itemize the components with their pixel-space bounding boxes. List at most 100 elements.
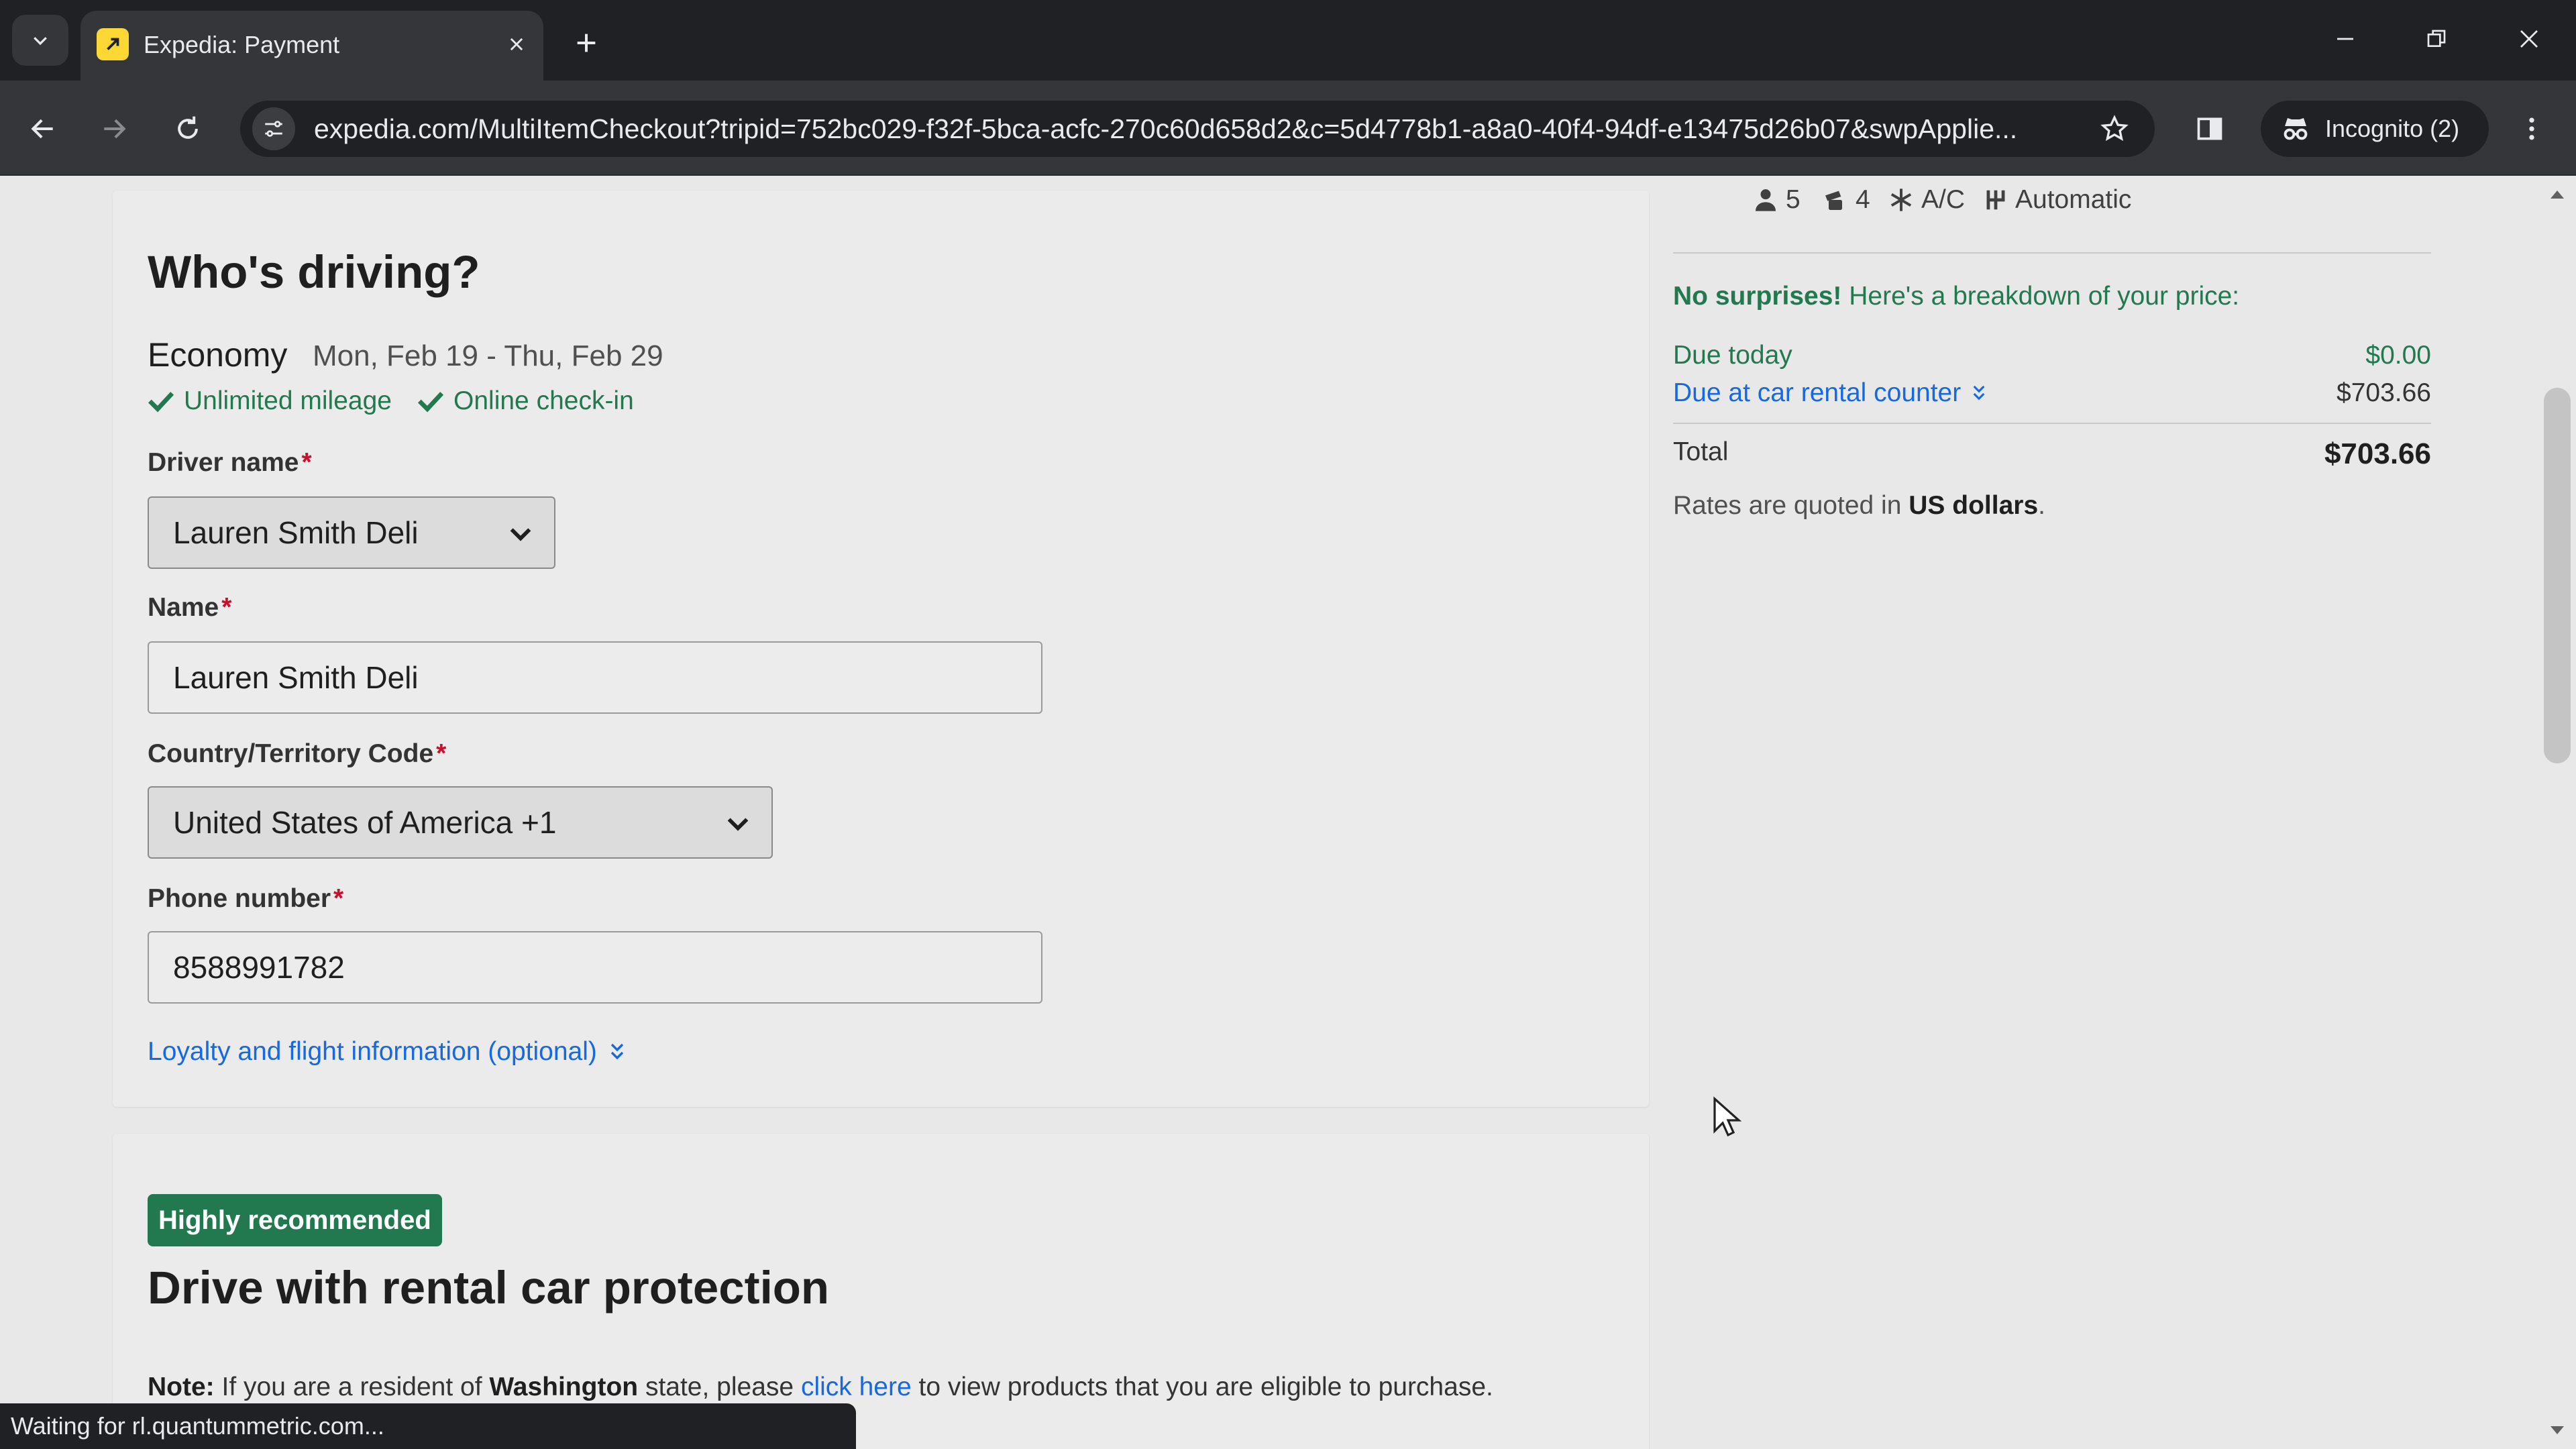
protection-card: Highly recommended Drive with rental car… <box>113 1134 1649 1449</box>
driver-details-card: Who's driving? Economy Mon, Feb 19 - Thu… <box>113 191 1649 1107</box>
no-surprises-text: Here's a breakdown of your price: <box>1849 282 2240 311</box>
close-icon <box>2520 30 2538 48</box>
note-text-mid: state, please <box>645 1373 794 1401</box>
required-marker: * <box>436 739 447 768</box>
expedia-favicon-icon <box>97 28 129 60</box>
rates-text-pre: Rates are quoted in <box>1673 491 1902 520</box>
page-scrollbar[interactable] <box>2537 176 2576 1449</box>
due-counter-value: $703.66 <box>2337 378 2431 407</box>
scroll-down-arrow-icon[interactable] <box>2546 1419 2568 1441</box>
browser-menu-button[interactable] <box>2508 105 2556 153</box>
spec-bags: 4 <box>1822 185 1870 215</box>
no-surprises-bold: No surprises! <box>1673 282 1842 311</box>
phone-input[interactable]: 8588991782 <box>148 931 1042 1004</box>
checkmark-icon <box>148 392 174 413</box>
tune-icon <box>265 121 282 137</box>
reload-icon <box>178 116 198 139</box>
incognito-indicator[interactable]: Incognito (2) <box>2261 101 2489 157</box>
chevron-down-icon <box>722 808 754 840</box>
driver-name-select-value: Lauren Smith Deli <box>173 515 419 550</box>
forward-button[interactable] <box>90 105 138 153</box>
close-window-button[interactable] <box>2505 17 2553 60</box>
arrow-right-icon <box>104 119 126 139</box>
total-label: Total <box>1673 437 1729 466</box>
new-tab-button[interactable] <box>568 24 605 62</box>
phone-label: Phone number * <box>148 884 343 914</box>
snowflake-icon <box>1890 189 1912 211</box>
due-counter-toggle[interactable]: Due at car rental counter <box>1673 378 1986 408</box>
restore-icon <box>2427 30 2446 47</box>
browser-toolbar: expedia.com/MultiItemCheckout?tripid=752… <box>0 80 2576 176</box>
price-breakdown-heading: No surprises! Here's a breakdown of your… <box>1673 282 2239 311</box>
address-bar[interactable]: expedia.com/MultiItemCheckout?tripid=752… <box>240 101 2155 157</box>
due-today-row: Due today $0.00 <box>1673 341 2431 373</box>
country-code-select-value: United States of America +1 <box>173 805 557 840</box>
incognito-label: Incognito (2) <box>2325 115 2460 142</box>
scrollbar-thumb[interactable] <box>2544 388 2571 763</box>
kebab-menu-icon <box>2529 117 2534 140</box>
required-marker: * <box>333 884 344 913</box>
double-chevron-down-icon <box>610 1043 624 1060</box>
feature-unlimited-mileage: Unlimited mileage <box>148 386 392 416</box>
passenger-count: 5 <box>1786 185 1801 214</box>
ac-label: A/C <box>1921 185 1966 214</box>
total-row: Total $703.66 <box>1673 437 2431 475</box>
loyalty-info-toggle[interactable]: Loyalty and flight information (optional… <box>148 1037 625 1067</box>
washington-note: Note: If you are a resident of Washingto… <box>148 1373 1493 1402</box>
name-input[interactable]: Lauren Smith Deli <box>148 641 1042 714</box>
browser-tab-active[interactable]: Expedia: Payment <box>80 11 543 80</box>
protection-title: Drive with rental car protection <box>148 1262 830 1313</box>
side-panel-button[interactable] <box>2186 105 2234 153</box>
feature-label: Online check-in <box>453 386 634 415</box>
person-icon <box>1756 189 1776 211</box>
gear-shift-icon <box>1986 190 2005 210</box>
note-label: Note: <box>148 1373 215 1401</box>
due-counter-row: Due at car rental counter $703.66 <box>1673 378 2431 411</box>
spec-passengers: 5 <box>1752 185 1801 215</box>
name-input-value: Lauren Smith Deli <box>173 660 419 695</box>
sidebar-divider <box>1673 252 2431 254</box>
tab-close-icon[interactable] <box>502 30 531 59</box>
minimize-window-button[interactable] <box>2321 17 2369 60</box>
highly-recommended-badge: Highly recommended <box>148 1194 442 1246</box>
plus-icon <box>577 34 596 52</box>
side-panel-icon <box>2197 117 2222 140</box>
restore-window-button[interactable] <box>2412 17 2461 60</box>
click-here-link[interactable]: click here <box>801 1373 912 1401</box>
incognito-icon <box>2284 118 2308 140</box>
bag-count: 4 <box>1856 185 1870 214</box>
rates-currency: US dollars <box>1909 491 2039 520</box>
url-text[interactable]: expedia.com/MultiItemCheckout?tripid=752… <box>314 101 2072 157</box>
name-label: Name * <box>148 593 231 623</box>
checkmark-icon <box>417 392 444 413</box>
scroll-up-arrow-icon[interactable] <box>2546 184 2568 205</box>
back-button[interactable] <box>19 105 67 153</box>
due-today-value: $0.00 <box>2365 341 2431 370</box>
reload-button[interactable] <box>164 105 212 153</box>
total-value: $703.66 <box>2324 437 2431 470</box>
driver-name-select[interactable]: Lauren Smith Deli <box>148 496 555 569</box>
phone-input-value: 8588991782 <box>173 950 345 985</box>
spec-ac: A/C <box>1888 185 1965 215</box>
name-label-text: Name <box>148 593 219 622</box>
double-chevron-down-icon <box>1973 385 1985 400</box>
due-today-label: Due today <box>1673 341 1792 370</box>
tab-search-button[interactable] <box>12 15 68 66</box>
site-info-button[interactable] <box>252 107 295 150</box>
country-code-label: Country/Territory Code * <box>148 739 446 769</box>
bookmark-star-button[interactable] <box>2094 109 2135 149</box>
currency-note: Rates are quoted in US dollars. <box>1673 491 2045 521</box>
note-state: Washington <box>489 1373 639 1401</box>
country-code-select[interactable]: United States of America +1 <box>148 786 773 859</box>
browser-status-bar: Waiting for rl.quantummetric.com... <box>0 1403 856 1449</box>
browser-tab-bar: Expedia: Payment <box>0 0 2576 80</box>
luggage-icon <box>1825 191 1842 210</box>
required-marker: * <box>221 593 232 622</box>
feature-online-checkin: Online check-in <box>417 386 634 416</box>
phone-label-text: Phone number <box>148 884 331 913</box>
spec-transmission: Automatic <box>1983 185 2131 215</box>
chevron-down-icon <box>34 37 47 46</box>
country-code-label-text: Country/Territory Code <box>148 739 434 768</box>
tab-title: Expedia: Payment <box>144 31 340 58</box>
star-icon <box>2100 115 2129 142</box>
